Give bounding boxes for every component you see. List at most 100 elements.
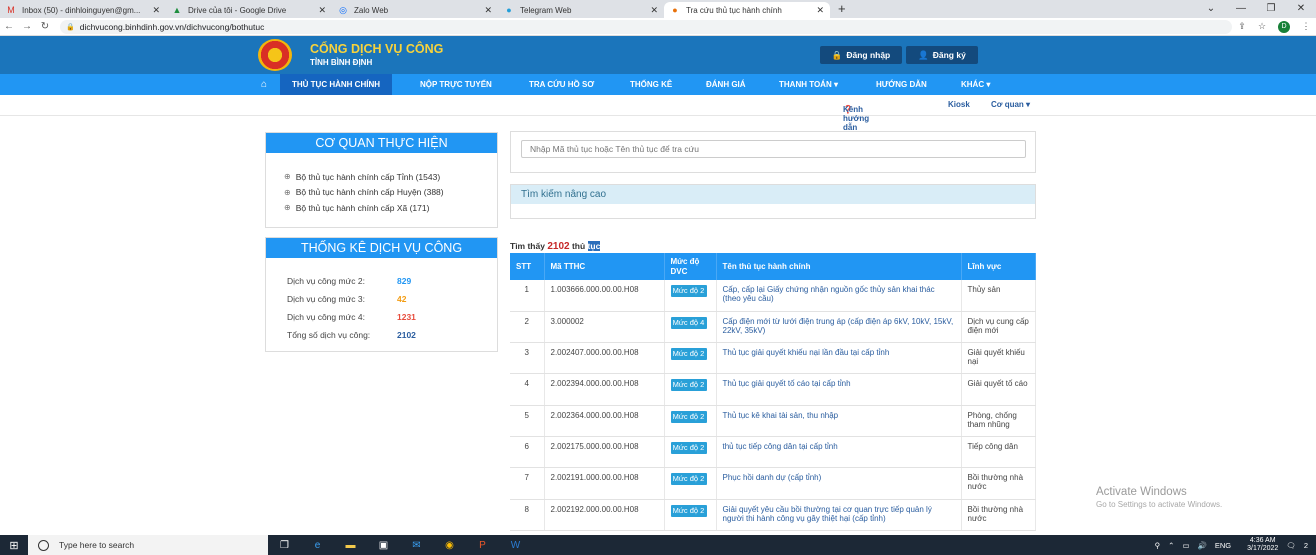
plus-square-icon[interactable]: ⊕: [284, 172, 291, 181]
menu-item[interactable]: TRA CỨU HỒ SƠ: [529, 74, 594, 95]
cell-level: Mức độ 2: [664, 373, 717, 406]
table-row[interactable]: 1 1.003666.000.00.00.H08 Mức độ 2 Cấp, cấp …: [510, 280, 1036, 312]
browser-tab[interactable]: M Inbox (50) - dinhloinguyen@gm... ✕: [0, 2, 166, 18]
menu-item[interactable]: HƯỚNG DẪN: [876, 74, 927, 95]
login-button[interactable]: 🔒 Đăng nhập: [820, 46, 902, 64]
menu-item[interactable]: ĐÁNH GIÁ: [706, 74, 746, 95]
user-plus-icon: 👤: [918, 49, 929, 60]
cell-name[interactable]: Giải quyết yêu cầu bồi thường tại cơ qua…: [716, 499, 962, 531]
browser-tab[interactable]: ● Telegram Web ✕: [498, 2, 664, 18]
stats-panel-title: THỐNG KÊ DỊCH VỤ CÔNG: [266, 238, 497, 258]
new-tab-button[interactable]: +: [830, 2, 854, 18]
table-row[interactable]: 7 2.002191.000.00.00.H08 Mức độ 2 Phục hồi …: [510, 467, 1036, 500]
table-row[interactable]: 4 2.002394.000.00.00.H08 Mức độ 2 Thủ tục g…: [510, 373, 1036, 406]
cell-code: 2.002394.000.00.00.H08: [544, 373, 665, 406]
agency-dropdown[interactable]: Cơ quan ▾: [991, 100, 1030, 109]
task-view-icon[interactable]: ❐: [268, 540, 301, 551]
search-input[interactable]: [521, 140, 1026, 158]
menu-item[interactable]: KHÁC ▾: [961, 74, 990, 95]
table-row[interactable]: 5 2.002364.000.00.00.H08 Mức độ 2 Thủ tục k…: [510, 405, 1036, 437]
plus-square-icon[interactable]: ⊕: [284, 188, 291, 197]
close-icon[interactable]: ✕: [318, 5, 326, 16]
menu-item[interactable]: THỐNG KÊ: [630, 74, 672, 95]
browser-tab[interactable]: ▲ Drive của tôi - Google Drive ✕: [166, 2, 332, 18]
level-badge: Mức độ 2: [670, 379, 707, 392]
home-icon[interactable]: ⌂: [261, 74, 267, 95]
word-icon[interactable]: W: [499, 540, 532, 551]
tree-item[interactable]: ⊕ Bộ thủ tục hành chính cấp Huyện (388): [266, 185, 497, 201]
cell-name[interactable]: thủ tục tiếp công dân tại cấp tỉnh: [716, 436, 962, 469]
url-field[interactable]: 🔒 dichvucong.binhdinh.gov.vn/dichvucong/b…: [60, 19, 1232, 34]
table-row[interactable]: 3 2.002407.000.00.00.H08 Mức độ 2 Thủ tục g…: [510, 342, 1036, 375]
cell-level: Mức độ 4: [664, 311, 717, 344]
cell-field: Dịch vụ cung cấp điện mới: [961, 311, 1036, 344]
table-row[interactable]: 8 2.002192.000.00.00.H08 Mức độ 2 Giải quyế…: [510, 499, 1036, 531]
store-icon[interactable]: ▣: [367, 540, 400, 551]
profile-avatar[interactable]: D: [1278, 20, 1290, 33]
browser-tab[interactable]: ◎ Zalo Web ✕: [332, 2, 498, 18]
taskbar-search[interactable]: Type here to search: [28, 535, 268, 555]
close-icon[interactable]: ✕: [816, 5, 824, 16]
mail-icon[interactable]: ✉: [400, 540, 433, 551]
volume-icon[interactable]: 🔊: [1198, 541, 1207, 550]
tree-item[interactable]: ⊕ Bộ thủ tục hành chính cấp Tỉnh (1543): [266, 169, 497, 185]
close-icon[interactable]: ✕: [152, 5, 160, 16]
close-icon[interactable]: ✕: [1286, 0, 1316, 18]
windows-start-icon[interactable]: ⊞: [0, 539, 28, 552]
share-icon[interactable]: ⇪: [1232, 21, 1252, 32]
plus-square-icon[interactable]: ⊕: [284, 203, 291, 212]
minimize-icon[interactable]: —: [1226, 0, 1256, 18]
cell-field: Tiếp công dân: [961, 436, 1036, 469]
site-title[interactable]: CỔNG DỊCH VỤ CÔNG: [310, 42, 443, 56]
agency-panel-title: CƠ QUAN THỰC HIỆN: [266, 133, 497, 153]
notification-icon[interactable]: 🗨 2: [1286, 541, 1308, 550]
menu-item[interactable]: THỦ TỤC HÀNH CHÍNH: [280, 74, 392, 95]
file-explorer-icon[interactable]: ▬: [334, 540, 367, 551]
clock[interactable]: 4:36 AM 3/17/2022: [1239, 537, 1278, 553]
cell-name[interactable]: Phục hồi danh dự (cấp tỉnh): [716, 467, 962, 500]
lock-icon: 🔒: [66, 23, 75, 31]
browser-tab-active[interactable]: ● Tra cứu thủ tục hành chính ✕: [664, 2, 830, 18]
chevron-down-icon[interactable]: ⌄: [1196, 0, 1226, 18]
restore-icon[interactable]: ❐: [1256, 0, 1286, 18]
login-label: Đăng nhập: [846, 50, 891, 60]
menu-icon[interactable]: ⋮: [1296, 21, 1316, 32]
chevron-up-icon[interactable]: ⌃: [1168, 541, 1174, 550]
kiosk-link[interactable]: Kiosk: [948, 100, 970, 109]
taskbar-search-label: Type here to search: [59, 540, 135, 550]
menu-item[interactable]: NỘP TRỰC TUYẾN: [420, 74, 492, 95]
person-icon[interactable]: ⚲: [1155, 541, 1161, 550]
procedure-table: STT Mã TTHC Mức độ DVC Tên thủ tục hành …: [510, 253, 1036, 531]
cell-code: 2.002175.000.00.00.H08: [544, 436, 665, 469]
activate-windows-text: Go to Settings to activate Windows.: [1096, 500, 1223, 509]
cell-code: 1.003666.000.00.00.H08: [544, 280, 665, 312]
cell-field: Bồi thường nhà nước: [961, 467, 1036, 500]
cell-name[interactable]: Thủ tục kê khai tài sản, thu nhập: [716, 405, 962, 437]
reload-icon[interactable]: ↻: [36, 21, 54, 32]
table-row[interactable]: 2 3.000002 Mức độ 4 Cấp điện mới từ lưới đi…: [510, 311, 1036, 344]
cell-name[interactable]: Cấp điện mới từ lưới điện trung áp (cấp …: [716, 311, 962, 344]
site-icon: ●: [672, 5, 678, 15]
table-row[interactable]: 6 2.002175.000.00.00.H08 Mức độ 2 thủ tục t…: [510, 436, 1036, 469]
chrome-icon[interactable]: ◉: [433, 540, 466, 551]
menu-item[interactable]: THANH TOÁN ▾: [779, 74, 838, 95]
forward-icon[interactable]: →: [18, 21, 36, 32]
advanced-search-toggle[interactable]: Tìm kiếm nâng cao: [511, 185, 1035, 204]
close-icon[interactable]: ✕: [484, 5, 492, 16]
cell-name[interactable]: Thủ tục giải quyết khiếu nại lần đầu tại…: [716, 342, 962, 375]
cell-name[interactable]: Thủ tục giải quyết tố cáo tại cấp tỉnh: [716, 373, 962, 406]
cell-field: Giải quyết khiếu nại: [961, 342, 1036, 375]
powerpoint-icon[interactable]: P: [466, 540, 499, 551]
close-icon[interactable]: ✕: [650, 5, 658, 16]
register-button[interactable]: 👤 Đăng ký: [906, 46, 978, 64]
language-indicator[interactable]: ENG: [1215, 541, 1231, 550]
cell-stt: 5: [510, 405, 545, 437]
star-icon[interactable]: ☆: [1252, 21, 1272, 32]
site-header: CỔNG DỊCH VỤ CÔNG TỈNH BÌNH ĐỊNH 🔒 Đăng n…: [0, 36, 1316, 74]
network-icon[interactable]: ▭: [1182, 541, 1189, 550]
tab-label: Inbox (50) - dinhloinguyen@gm...: [22, 5, 141, 15]
cell-name[interactable]: Cấp, cấp lại Giấy chứng nhận nguồn gốc t…: [716, 280, 962, 312]
edge-icon[interactable]: e: [301, 540, 334, 551]
back-icon[interactable]: ←: [0, 21, 18, 32]
tree-item[interactable]: ⊕ Bộ thủ tục hành chính cấp Xã (171): [266, 200, 497, 216]
